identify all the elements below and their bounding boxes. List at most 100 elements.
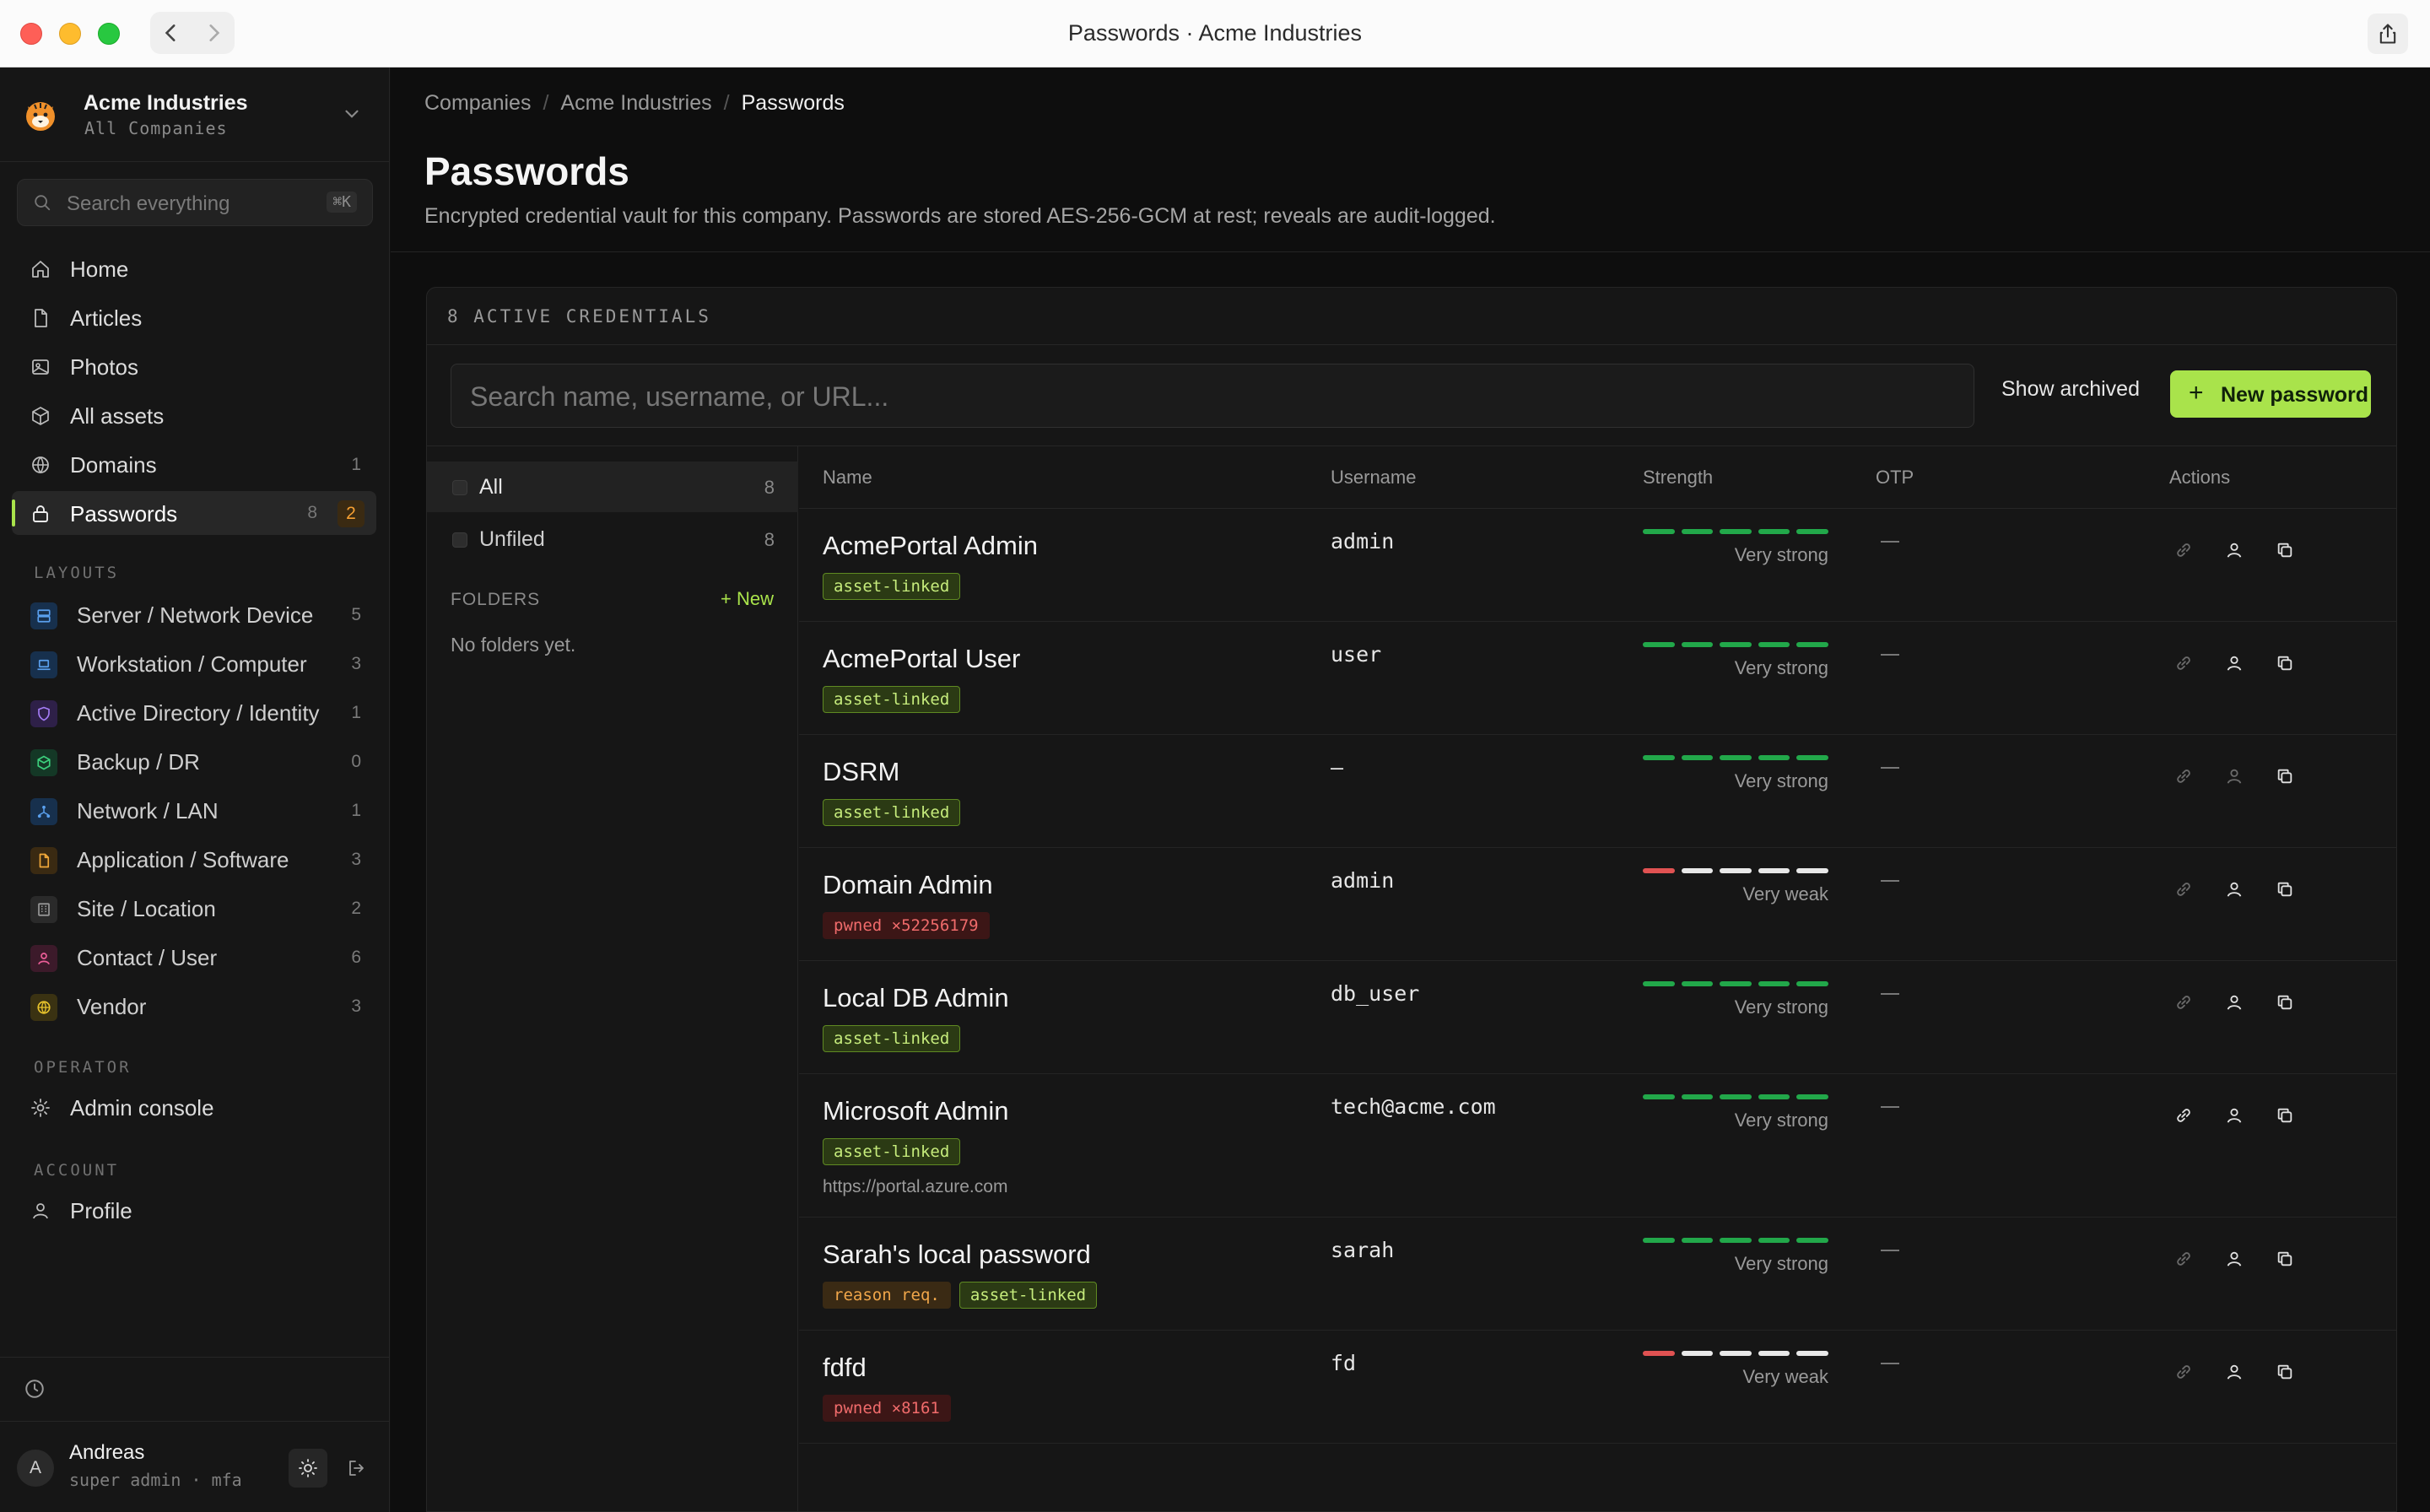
sidebar-item-domains[interactable]: Domains 1 [12,442,376,486]
open-link-icon[interactable] [2168,1356,2200,1388]
open-link-icon[interactable] [2168,534,2200,566]
layout-item-backup[interactable]: Backup / DR 0 [12,739,376,783]
layout-item-contact[interactable]: Contact / User 6 [12,935,376,979]
breadcrumb-company[interactable]: Acme Industries [560,91,711,116]
global-search-input[interactable]: Search everything ⌘K [17,179,373,226]
credential-name[interactable]: AcmePortal Admin [823,531,1038,561]
copy-username-icon[interactable] [2218,986,2250,1018]
open-link-icon[interactable] [2168,873,2200,905]
strength-segment [1681,642,1714,647]
copy-password-icon[interactable] [2269,760,2301,792]
credential-username[interactable]: sarah [1331,1238,1394,1262]
folder-count: 8 [764,477,775,498]
clock-icon[interactable] [24,1378,46,1400]
folder-item-all[interactable]: All 8 [427,462,798,512]
copy-password-icon[interactable] [2269,1243,2301,1275]
copy-password-icon[interactable] [2269,534,2301,566]
copy-password-icon[interactable] [2269,1356,2301,1388]
credential-name[interactable]: Sarah's local password [823,1239,1091,1270]
credential-username[interactable]: admin [1331,529,1394,554]
new-password-button[interactable]: + New password [2170,370,2371,418]
row-actions [2168,534,2301,566]
table-row[interactable]: Local DB Admin asset-linked db_user Very st… [799,961,2396,1074]
folder-item-unfiled[interactable]: Unfiled 8 [427,514,798,564]
file-icon [39,853,50,868]
open-link-icon[interactable] [2168,760,2200,792]
table-row[interactable]: Sarah's local password reason req. asset-l… [799,1218,2396,1331]
strength-segment [1758,529,1790,534]
layout-item-site[interactable]: Site / Location 2 [12,886,376,930]
logout-button[interactable] [338,1449,376,1488]
table-row[interactable]: fdfd pwned ×8161 fd Very weak [799,1331,2396,1444]
layout-item-label: Backup / DR [77,749,200,775]
otp-empty-dash [1881,1363,1899,1364]
copy-username-icon[interactable] [2218,1243,2250,1275]
table-row[interactable]: DSRM asset-linked — Very strong [799,735,2396,848]
share-button[interactable] [2368,14,2408,54]
avatar[interactable]: A [17,1450,54,1487]
credential-name[interactable]: fdfd [823,1353,867,1383]
active-credentials-count: 8 ACTIVE CREDENTIALS [447,306,711,327]
sidebar-item-admin-console[interactable]: Admin console [12,1085,376,1129]
credential-name[interactable]: AcmePortal User [823,644,1020,674]
copy-username-icon[interactable] [2218,1099,2250,1131]
layout-item-network[interactable]: Network / LAN 1 [12,788,376,832]
copy-username-icon[interactable] [2218,647,2250,679]
open-link-icon[interactable] [2168,647,2200,679]
sidebar-item-profile[interactable]: Profile [12,1188,376,1232]
sidebar-item-photos[interactable]: Photos [12,344,376,388]
column-username[interactable]: Username [1331,467,1416,489]
credential-url[interactable]: https://portal.azure.com [823,1177,1007,1197]
sidebar-item-home[interactable]: Home [12,246,376,290]
copy-password-icon[interactable] [2269,986,2301,1018]
credential-search-input[interactable]: Search name, username, or URL... [451,364,1974,428]
table-row[interactable]: AcmePortal Admin asset-linked admin Very st… [799,509,2396,622]
breadcrumb-companies[interactable]: Companies [424,91,531,116]
copy-password-icon[interactable] [2269,873,2301,905]
layout-item-vendor[interactable]: Vendor 3 [12,984,376,1028]
copy-username-icon[interactable] [2218,760,2250,792]
column-name[interactable]: Name [823,467,872,489]
tag-pwned: pwned ×52256179 [823,912,990,939]
workspace-switcher[interactable]: Acme Industries All Companies [0,68,390,162]
copy-username-icon[interactable] [2218,534,2250,566]
sidebar-item-all-assets[interactable]: All assets [12,393,376,437]
credential-username[interactable]: tech@acme.com [1331,1094,1496,1119]
sidebar-item-passwords[interactable]: Passwords 8 2 [12,491,376,535]
layout-item-active-directory[interactable]: Active Directory / Identity 1 [12,690,376,734]
box-icon [37,755,51,770]
table-row[interactable]: AcmePortal User asset-linked user Very stro… [799,622,2396,735]
layout-item-application[interactable]: Application / Software 3 [12,837,376,881]
new-folder-button[interactable]: + New [721,588,774,610]
open-link-icon[interactable] [2168,1243,2200,1275]
otp-empty-dash [1881,1106,1899,1108]
otp-empty-dash [1881,993,1899,995]
strength-segment [1720,1094,1752,1099]
layout-item-server[interactable]: Server / Network Device 5 [12,592,376,636]
credential-name[interactable]: Local DB Admin [823,983,1009,1013]
open-link-icon[interactable] [2168,986,2200,1018]
credential-username[interactable]: admin [1331,868,1394,893]
breadcrumb-current: Passwords [741,91,845,115]
credential-username[interactable]: fd [1331,1351,1356,1375]
show-archived-button[interactable]: Show archived [2001,377,2140,402]
table-row[interactable]: Domain Admin pwned ×52256179 admin Very wea… [799,848,2396,961]
theme-toggle-button[interactable] [289,1449,327,1488]
credential-name[interactable]: Microsoft Admin [823,1096,1009,1126]
credential-name[interactable]: DSRM [823,757,899,787]
credential-username[interactable]: user [1331,642,1381,667]
credential-name[interactable]: Domain Admin [823,870,993,900]
sidebar-item-articles[interactable]: Articles [12,295,376,339]
sidebar-item-label: Articles [70,305,143,331]
copy-username-icon[interactable] [2218,873,2250,905]
layout-item-label: Server / Network Device [77,602,314,628]
copy-password-icon[interactable] [2269,647,2301,679]
table-row[interactable]: Microsoft Admin asset-linked https://porta… [799,1074,2396,1218]
copy-username-icon[interactable] [2218,1356,2250,1388]
credential-username[interactable]: — [1331,755,1343,780]
copy-password-icon[interactable] [2269,1099,2301,1131]
credential-username[interactable]: db_user [1331,981,1419,1006]
layout-item-workstation[interactable]: Workstation / Computer 3 [12,641,376,685]
column-strength[interactable]: Strength [1643,467,1713,489]
open-link-icon[interactable] [2168,1099,2200,1131]
